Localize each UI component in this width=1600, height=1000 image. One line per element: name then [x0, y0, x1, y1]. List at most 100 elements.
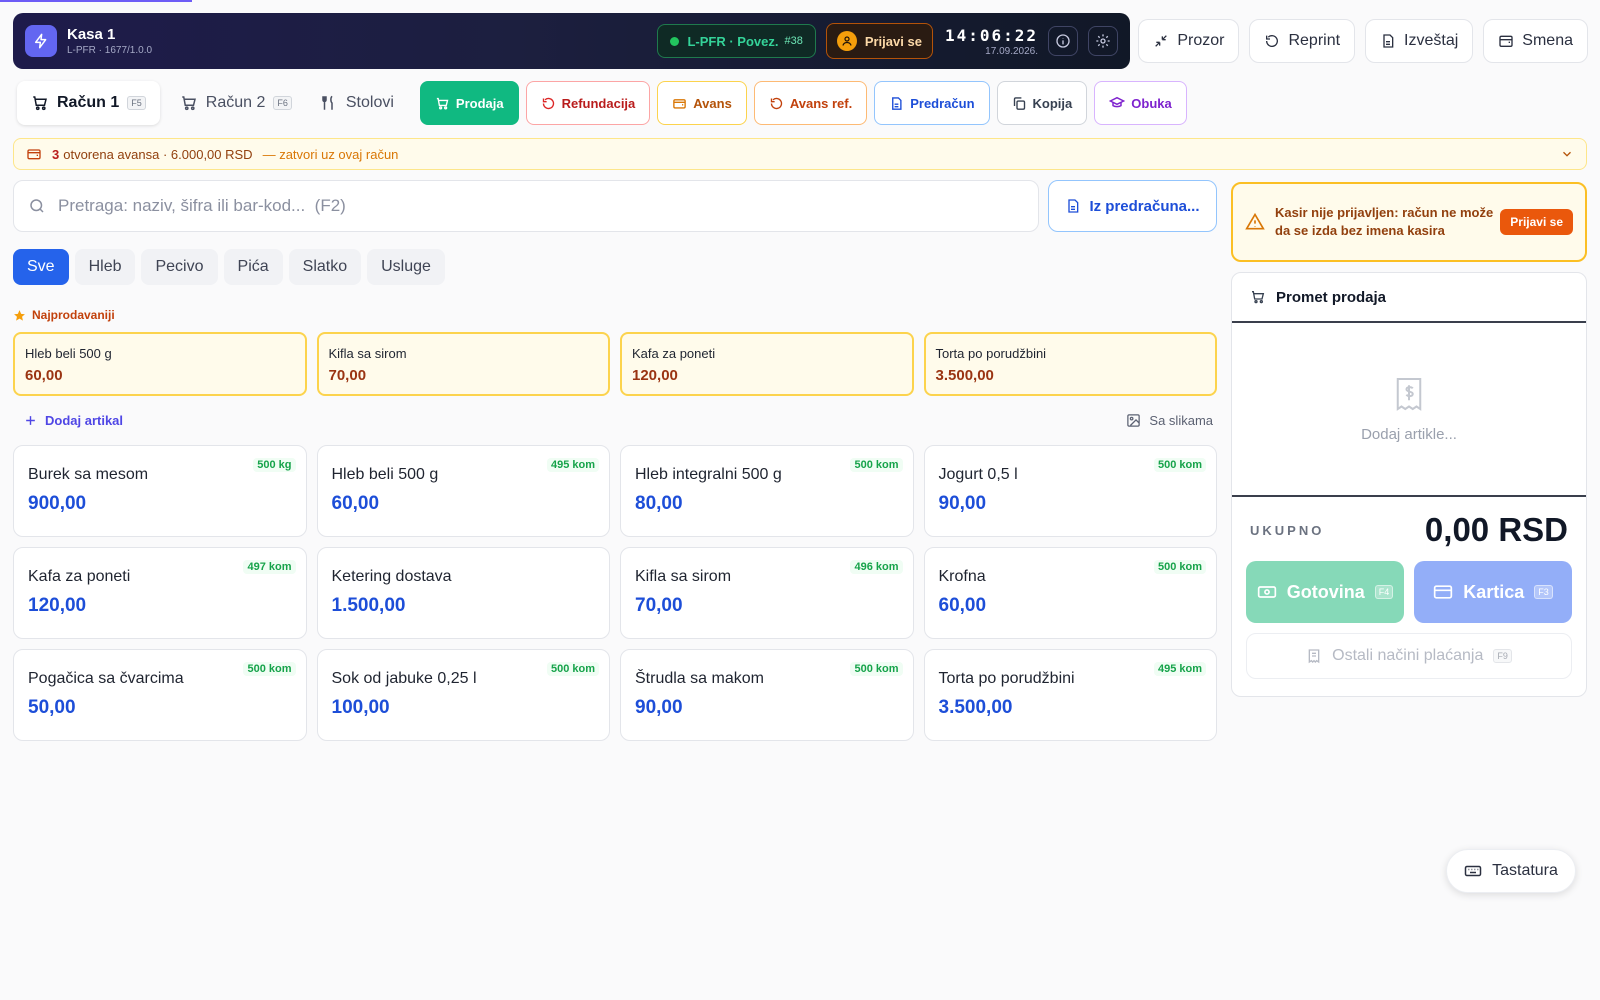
payment-buttons: Gotovina F4 Kartica F3 [1232, 549, 1586, 623]
minimize-icon [1155, 35, 1168, 47]
stock-badge: 500 kom [546, 662, 599, 676]
stock-badge: 496 kom [850, 560, 903, 574]
connection-label: L-PFR · Povez. [687, 33, 779, 49]
bestseller-card[interactable]: Torta po porudžbini 3.500,00 [923, 332, 1217, 396]
other-payment-button[interactable]: Ostali načini plaćanja F9 [1246, 633, 1572, 679]
product-card[interactable]: 500 kom Pogačica sa čvarcima 50,00 [13, 649, 307, 741]
copy-icon [1013, 96, 1025, 110]
tab-tables[interactable]: Stolovi [306, 81, 408, 125]
stock-badge: 500 kom [850, 662, 903, 676]
cashier-warning: Kasir nije prijavljen: račun ne može da … [1231, 182, 1587, 262]
cash-label: Gotovina [1286, 581, 1365, 602]
product-price: 1.500,00 [331, 595, 406, 616]
window-button[interactable]: Prozor [1138, 19, 1240, 63]
mode-copy-button[interactable]: Kopija [996, 81, 1088, 125]
report-button[interactable]: Izveštaj [1365, 19, 1474, 63]
gear-icon [1096, 34, 1110, 48]
product-card[interactable]: 496 kom Kifla sa sirom 70,00 [620, 547, 914, 639]
product-price: 120,00 [28, 595, 87, 616]
wallet-icon [27, 149, 41, 160]
mode-label: Predračun [910, 95, 975, 111]
connection-number: #38 [784, 35, 803, 47]
mode-label: Avans ref. [789, 95, 853, 111]
mode-advance-button[interactable]: Avans [657, 81, 747, 125]
mode-refund-button[interactable]: Refundacija [525, 81, 651, 125]
category-bread[interactable]: Hleb [74, 249, 136, 285]
cash-payment-button[interactable]: Gotovina F4 [1246, 561, 1404, 623]
product-price: 60,00 [938, 595, 987, 616]
bestseller-card[interactable]: Kafa za poneti 120,00 [620, 332, 914, 396]
keyboard-label: Tastatura [1492, 862, 1558, 879]
open-advances-bar[interactable]: 3 otvorena avansa · 6.000,00 RSD — zatvo… [13, 138, 1587, 170]
settings-button[interactable] [1088, 26, 1118, 56]
status-dot-icon [670, 36, 680, 46]
add-item-label: Dodaj artikal [45, 413, 124, 428]
product-card[interactable]: 500 kg Burek sa mesom 900,00 [13, 445, 307, 537]
cart-title: Promet prodaja [1276, 288, 1387, 306]
chevron-down-icon[interactable] [1560, 147, 1574, 161]
stock-badge: 500 kom [1153, 458, 1206, 472]
category-all[interactable]: Sve [13, 249, 69, 285]
clock-date: 17.09.2026. [985, 45, 1038, 57]
search-bar [13, 180, 1039, 232]
bestseller-price: 3.500,00 [935, 367, 994, 384]
mode-proforma-button[interactable]: Predračun [874, 81, 990, 125]
product-card[interactable]: 500 kom Krofna 60,00 [923, 547, 1217, 639]
product-card[interactable]: 495 kom Hleb beli 500 g 60,00 [316, 445, 610, 537]
product-price: 60,00 [331, 493, 380, 514]
bestseller-card[interactable]: Hleb beli 500 g 60,00 [13, 332, 307, 396]
warning-login-button[interactable]: Prijavi se [1500, 209, 1573, 235]
bestseller-card[interactable]: Kifla sa sirom 70,00 [316, 332, 610, 396]
add-item-button[interactable]: Dodaj artikal [24, 413, 123, 428]
mode-label: Avans [693, 95, 732, 111]
mode-sale-button[interactable]: Prodaja [419, 81, 519, 125]
tab-receipt-2[interactable]: Račun 2 F6 [166, 81, 306, 125]
with-images-toggle[interactable]: Sa slikama [1126, 413, 1213, 428]
product-card[interactable]: 495 kom Torta po porudžbini 3.500,00 [923, 649, 1217, 741]
category-pastry[interactable]: Pecivo [141, 249, 218, 285]
product-card[interactable]: 500 kom Hleb integralni 500 g 80,00 [620, 445, 914, 537]
advance-count: 3 [52, 146, 60, 162]
category-services[interactable]: Usluge [367, 249, 445, 285]
card-shortcut: F3 [1534, 585, 1553, 599]
product-card[interactable]: 500 kom Sok od jabuke 0,25 l 100,00 [316, 649, 610, 741]
keyboard-button[interactable]: Tastatura [1446, 849, 1576, 893]
connection-status[interactable]: L-PFR · Povez. #38 [657, 24, 816, 58]
product-card[interactable]: 500 kom Jogurt 0,5 l 90,00 [923, 445, 1217, 537]
cart-panel: Promet prodaja Dodaj artikle... UKUPNO 0… [1231, 272, 1587, 697]
info-button[interactable] [1048, 26, 1078, 56]
close-advance-link[interactable]: — zatvori uz ovaj račun [263, 147, 399, 162]
window-label: Prozor [1177, 32, 1225, 49]
keyboard-icon [1464, 865, 1482, 877]
reprint-icon [1266, 35, 1279, 47]
shift-button[interactable]: Smena [1483, 19, 1588, 63]
tab-shortcut: F5 [127, 96, 146, 110]
shift-icon [1499, 35, 1513, 47]
product-card[interactable]: 497 kom Kafa za poneti 120,00 [13, 547, 307, 639]
stock-badge: 495 kom [1153, 662, 1206, 676]
mode-label: Obuka [1131, 95, 1172, 111]
cash-icon [1257, 586, 1276, 598]
from-proforma-button[interactable]: Iz predračuna... [1048, 180, 1217, 232]
cart-icon [182, 96, 196, 111]
mode-advance-refund-button[interactable]: Avans ref. [753, 81, 868, 125]
tab-receipt-1[interactable]: Račun 1 F5 [17, 81, 160, 125]
bestseller-price: 60,00 [25, 367, 63, 384]
reprint-label: Reprint [1288, 32, 1341, 49]
tab-label: Račun 1 [57, 94, 120, 111]
mode-training-button[interactable]: Obuka [1094, 81, 1187, 125]
stock-badge: 500 kom [850, 458, 903, 472]
category-sweets[interactable]: Slatko [288, 249, 362, 285]
category-drinks[interactable]: Pića [223, 249, 283, 285]
loading-progress-bar [0, 0, 192, 2]
bestsellers-heading: Najprodavaniji [13, 308, 115, 322]
product-card[interactable]: Ketering dostava 1.500,00 [316, 547, 610, 639]
document-icon [1068, 199, 1079, 213]
reprint-button[interactable]: Reprint [1249, 19, 1356, 63]
tab-label: Stolovi [345, 94, 394, 111]
search-input[interactable] [58, 196, 1024, 216]
product-card[interactable]: 500 kom Štrudla sa makom 90,00 [620, 649, 914, 741]
cart-empty-text: Dodaj artikle... [1361, 425, 1457, 443]
login-button[interactable]: Prijavi se [825, 23, 933, 59]
card-payment-button[interactable]: Kartica F3 [1414, 561, 1572, 623]
